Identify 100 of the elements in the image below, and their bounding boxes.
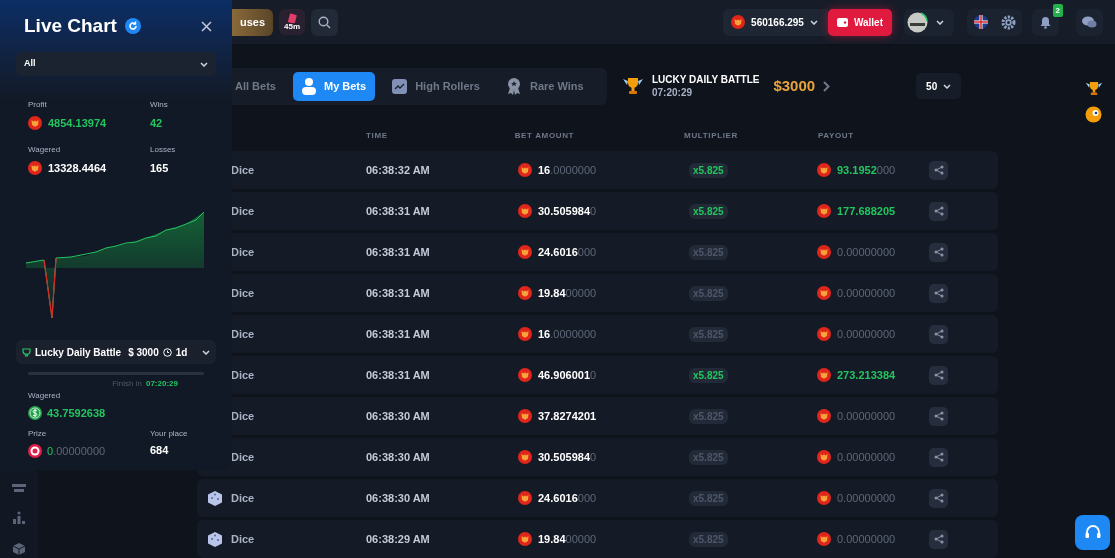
profile-menu[interactable] [904, 8, 954, 36]
share-button[interactable] [929, 283, 948, 303]
bet-amount: 16.0000000 [538, 326, 597, 342]
balance-selector[interactable]: 560166.295 [723, 8, 828, 36]
bet-time: 06:38:30 AM [366, 490, 431, 506]
bet-amount: 24.6016000 [538, 244, 597, 260]
coin-icon [817, 450, 831, 464]
battle-name: Lucky Daily Battle [35, 345, 122, 360]
share-icon [933, 370, 944, 380]
payout-amount: 0.00000000 [837, 326, 896, 342]
coin-icon [518, 368, 532, 382]
share-button[interactable] [929, 365, 948, 385]
search-button[interactable] [311, 8, 339, 36]
bet-amount: 19.8400000 [538, 285, 597, 301]
chevron-right-icon[interactable] [823, 80, 831, 92]
search-icon [318, 15, 332, 29]
chat-icon[interactable] [1082, 15, 1097, 29]
coin-icon [817, 532, 831, 546]
support-button[interactable] [1075, 515, 1110, 550]
chevron-down-icon [202, 349, 210, 355]
stat-label: Wagered [28, 143, 62, 156]
multiplier-badge: x5.825 [689, 203, 728, 219]
payout-amount: 93.1952000 [837, 162, 896, 178]
leaderboard-icon[interactable] [12, 511, 26, 525]
game-name: Dice [231, 162, 256, 178]
share-button[interactable] [929, 324, 948, 344]
chevron-down-icon [809, 19, 818, 25]
share-icon [933, 247, 944, 257]
column-header: PAYOUT [817, 129, 854, 142]
wagered-label: Wagered [28, 390, 62, 402]
bets-tab[interactable]: High Rollers [383, 71, 489, 101]
close-icon[interactable] [201, 20, 212, 32]
clock-icon [162, 347, 172, 357]
settings-icon[interactable] [1000, 14, 1016, 30]
coin-icon [518, 450, 532, 464]
game-name: Dice [231, 408, 256, 424]
column-header: BET AMOUNT [514, 129, 575, 142]
bets-tab[interactable]: My Bets [292, 71, 376, 101]
battle-dropdown[interactable]: Lucky Daily Battle $ 3000 1d [16, 340, 216, 364]
payout-amount: 0.00000000 [837, 490, 896, 506]
coin-icon [817, 327, 831, 341]
timer-button[interactable]: 45m [279, 9, 306, 35]
finish-time: 07:20:29 [145, 378, 178, 390]
coin-icon [518, 245, 532, 259]
game-name: Dice [231, 244, 256, 260]
share-button[interactable] [929, 488, 948, 508]
coin-icon [28, 160, 42, 175]
share-button[interactable] [929, 447, 948, 467]
bets-tab[interactable]: Rare Wins [496, 71, 593, 101]
filter-dropdown[interactable]: All [16, 52, 216, 76]
bonuses-button[interactable]: uses [232, 8, 274, 36]
battle-prize: $ 3000 [128, 345, 159, 360]
trophy-icon[interactable] [1085, 79, 1103, 97]
bet-time: 06:38:29 AM [366, 531, 431, 547]
multiplier-badge: x5.825 [689, 367, 728, 383]
stack-icon[interactable] [12, 484, 26, 494]
bet-time: 06:38:30 AM [366, 449, 431, 465]
stat-value: 4854.13974 [48, 116, 107, 131]
refresh-icon[interactable] [124, 18, 141, 34]
share-button[interactable] [929, 201, 948, 221]
bet-amount: 24.6016000 [538, 490, 597, 506]
place-value: 684 [150, 442, 170, 457]
payout-amount: 0.00000000 [837, 285, 896, 301]
bet-amount: 37.8274201 [538, 408, 597, 424]
bets-tab[interactable]: All Bets [226, 71, 285, 101]
cube-icon[interactable] [12, 542, 26, 556]
share-icon [933, 493, 944, 503]
payout-amount: 0.00000000 [837, 531, 896, 547]
medal-icon [505, 77, 522, 95]
payout-amount: 273.213384 [837, 367, 896, 383]
share-button[interactable] [929, 406, 948, 426]
stat-value: 165 [150, 160, 169, 176]
chevron-down-icon [936, 19, 944, 25]
chevron-down-icon [943, 83, 952, 89]
wallet-button[interactable]: Wallet [827, 8, 892, 36]
trophy-icon [622, 76, 644, 96]
bet-time: 06:38:31 AM [366, 203, 431, 219]
coin-icon [817, 286, 831, 300]
game-name: Dice [231, 449, 256, 465]
payout-amount: 177.688205 [837, 203, 896, 219]
stat-label: Losses [150, 143, 177, 156]
bell-icon[interactable] [1040, 15, 1051, 29]
coin-icon [817, 409, 831, 423]
share-button[interactable] [929, 242, 948, 262]
balance-amount: 560166.295 [751, 15, 804, 30]
mascot-icon[interactable] [1085, 105, 1102, 123]
notification-badge: 2 [1052, 3, 1063, 17]
battle-title: LUCKY DAILY BATTLE [652, 73, 760, 86]
share-button[interactable] [929, 160, 948, 180]
stat-label: Wins [150, 99, 169, 111]
coin-icon [518, 204, 532, 218]
page-size-dropdown[interactable]: 50 [916, 73, 962, 99]
payout-amount: 0.00000000 [837, 408, 896, 424]
flag-icon[interactable] [973, 15, 988, 29]
game-name: Dice [231, 531, 256, 547]
coin-icon [817, 163, 831, 177]
place-label: Your place [150, 427, 189, 440]
share-icon [933, 165, 944, 175]
wagered-value: 43.7592638 [47, 406, 106, 421]
share-button[interactable] [929, 529, 948, 549]
